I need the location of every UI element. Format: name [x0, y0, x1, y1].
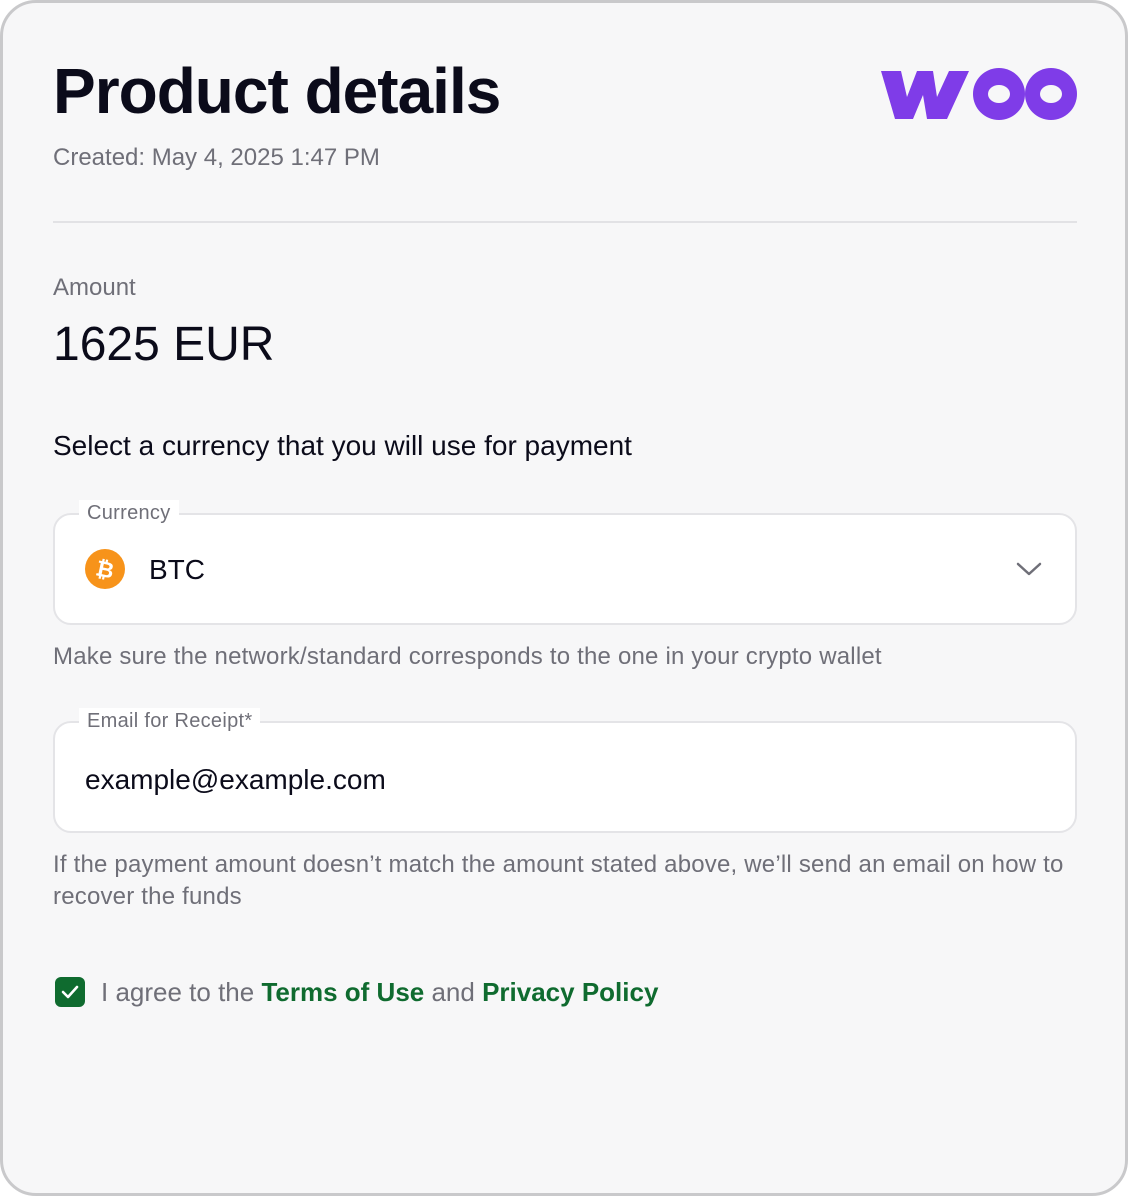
- bitcoin-icon: ₿: [85, 549, 125, 589]
- network-hint: Make sure the network/standard correspon…: [53, 643, 882, 670]
- header-divider: [53, 221, 1077, 223]
- currency-instruction: Select a currency that you will use for …: [53, 430, 632, 461]
- email-field-label: Email for Receipt*: [79, 708, 261, 734]
- currency-select[interactable]: Currency ₿ BTC: [53, 500, 1077, 625]
- woo-logo: woo: [881, 68, 1077, 120]
- created-timestamp: Created: May 4, 2025 1:47 PM: [53, 144, 380, 171]
- amount-value: 1625 EUR: [53, 318, 275, 371]
- checkmark-icon: [61, 985, 79, 999]
- recovery-hint: If the payment amount doesn’t match the …: [53, 851, 1064, 910]
- amount-label: Amount: [53, 274, 136, 301]
- page-title: Product details: [53, 55, 501, 127]
- currency-selected-value: BTC: [149, 554, 205, 585]
- agree-checkbox[interactable]: [55, 977, 85, 1007]
- agreement-middle: and: [424, 977, 483, 1007]
- currency-field-label: Currency: [79, 500, 179, 526]
- privacy-policy-link[interactable]: Privacy Policy: [482, 977, 658, 1007]
- agreement-prefix: I agree to the: [101, 977, 262, 1007]
- chevron-down-icon[interactable]: [1015, 559, 1043, 579]
- agreement-text: I agree to the Terms of Use and Privacy …: [101, 975, 658, 1009]
- product-details-card: Product details Created: May 4, 2025 1:4…: [0, 0, 1128, 1196]
- agreement-row: I agree to the Terms of Use and Privacy …: [55, 975, 658, 1009]
- email-input[interactable]: [85, 763, 1045, 797]
- email-field[interactable]: Email for Receipt*: [53, 708, 1077, 833]
- terms-of-use-link[interactable]: Terms of Use: [261, 977, 424, 1007]
